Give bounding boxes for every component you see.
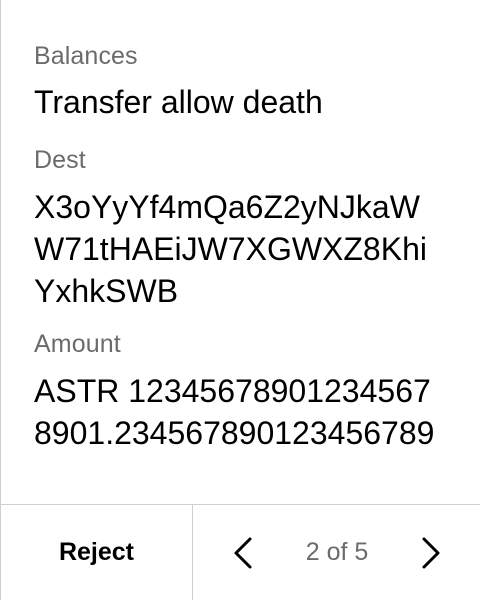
field-label: Dest [34, 146, 86, 174]
reject-button-label: Reject [58, 538, 135, 566]
transaction-review-screen: Balances Transfer allow death Dest X3oYy… [0, 0, 480, 600]
field-value: X3oYyYf4mQa6Z2yNJkaWW71tHAEiJW7XGWXZ8Khi… [34, 189, 427, 309]
next-page-button[interactable] [411, 533, 451, 573]
previous-page-button[interactable] [223, 533, 263, 573]
pagination-nav: 2 of 5 [193, 505, 480, 600]
footer-bar: Reject 2 of 5 [1, 504, 480, 600]
page-indicator: 2 of 5 [305, 538, 369, 566]
field-dest: Dest X3oYyYf4mQa6Z2yNJkaWW71tHAEiJW7XGWX… [34, 144, 464, 312]
field-value: Transfer allow death [34, 84, 323, 120]
field-value: ASTR 123456789012345678901.2345678901234… [34, 373, 435, 451]
field-label: Amount [34, 330, 121, 358]
field-amount: Amount ASTR 123456789012345678901.234567… [34, 328, 464, 454]
field-balances: Balances Transfer allow death [34, 40, 464, 123]
reject-button[interactable]: Reject [1, 505, 193, 600]
chevron-right-icon [420, 536, 442, 570]
field-label: Balances [34, 42, 138, 70]
chevron-left-icon [232, 536, 254, 570]
